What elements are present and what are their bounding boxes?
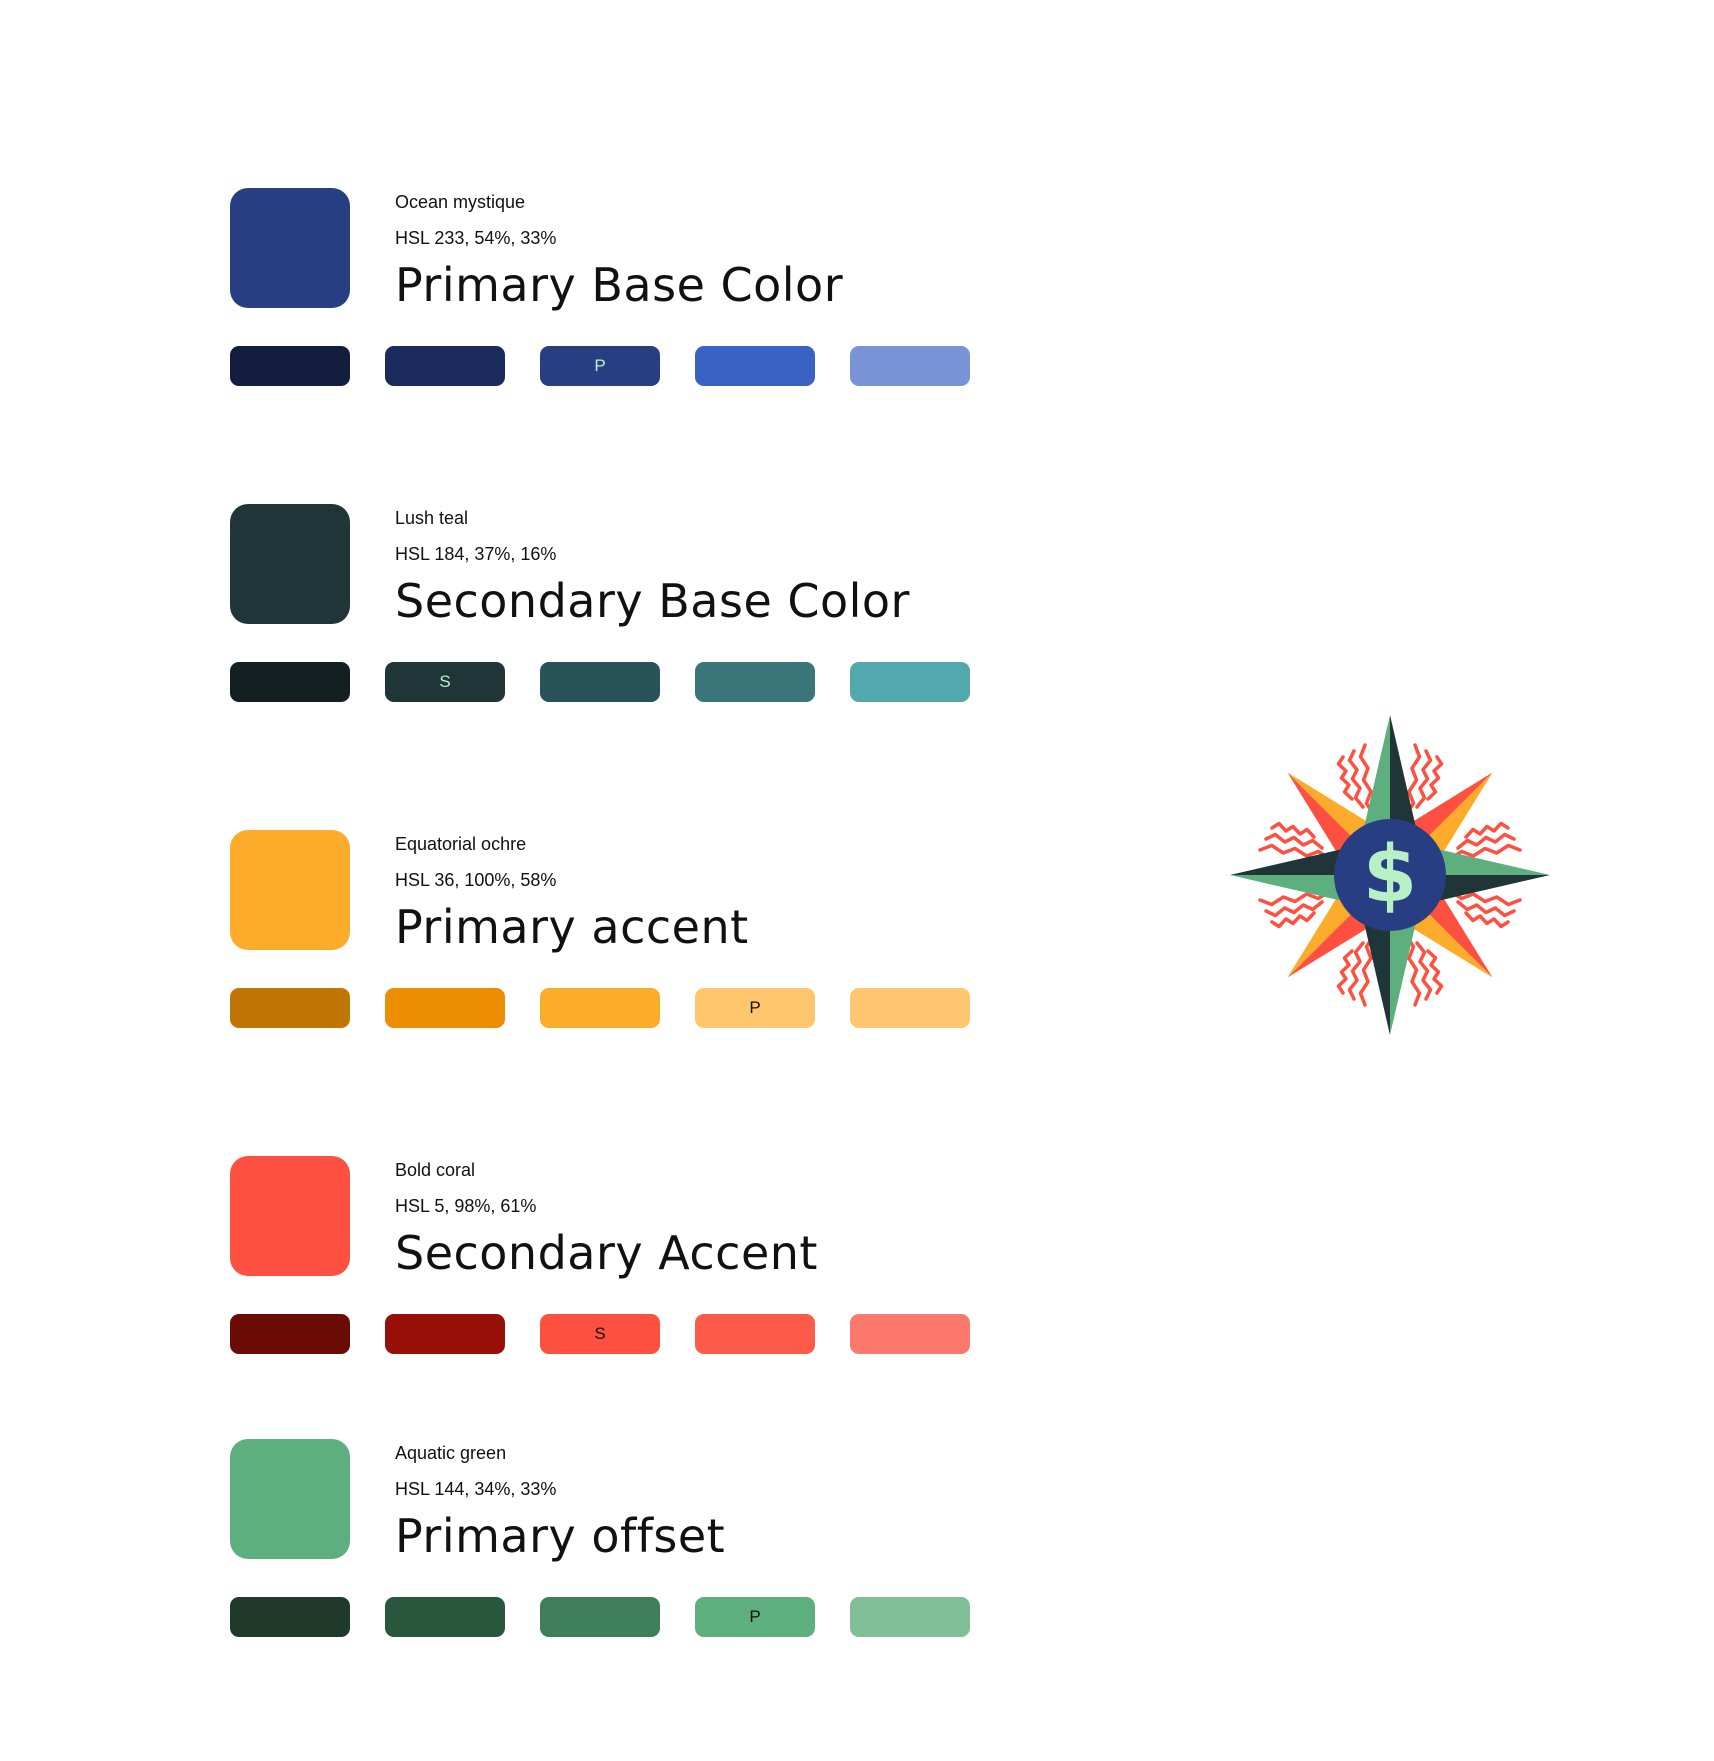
shade-swatch bbox=[385, 1314, 505, 1354]
shade-swatch bbox=[695, 1314, 815, 1354]
shade-swatch: P bbox=[695, 988, 815, 1028]
color-name: Ocean mystique bbox=[395, 192, 526, 212]
shade-swatch bbox=[385, 346, 505, 386]
color-hsl-value: HSL 36, 100%, 58% bbox=[395, 870, 557, 890]
shade-swatch: P bbox=[695, 1597, 815, 1637]
dollar-sign-icon: $ bbox=[1363, 830, 1417, 920]
compass-rose-dollar-icon: $ bbox=[1225, 710, 1555, 1040]
compass-rose-graphic: $ bbox=[1230, 715, 1550, 1035]
shade-swatch: S bbox=[540, 1314, 660, 1354]
shade-swatch bbox=[230, 346, 350, 386]
main-swatch bbox=[230, 830, 350, 950]
shade-row: P bbox=[230, 346, 980, 386]
color-name: Lush teal bbox=[395, 508, 469, 528]
shade-swatch bbox=[230, 988, 350, 1028]
palette-title: Primary Base Color bbox=[395, 258, 844, 312]
shade-swatch bbox=[540, 1597, 660, 1637]
color-hsl-value: HSL 5, 98%, 61% bbox=[395, 1196, 537, 1216]
shade-swatch bbox=[385, 988, 505, 1028]
shade-swatch bbox=[540, 988, 660, 1028]
main-swatch bbox=[230, 188, 350, 308]
palette-title: Secondary Base Color bbox=[395, 574, 910, 628]
main-swatch bbox=[230, 1156, 350, 1276]
main-swatch bbox=[230, 1439, 350, 1559]
shade-swatch: P bbox=[540, 346, 660, 386]
shade-row: S bbox=[230, 662, 980, 702]
main-swatch bbox=[230, 504, 350, 624]
shade-swatch bbox=[850, 1597, 970, 1637]
color-name: Bold coral bbox=[395, 1160, 476, 1180]
color-name: Equatorial ochre bbox=[395, 834, 527, 854]
shade-swatch bbox=[230, 662, 350, 702]
shade-row: P bbox=[230, 1597, 980, 1637]
shade-swatch bbox=[540, 662, 660, 702]
shade-swatch bbox=[695, 346, 815, 386]
palette-title: Secondary Accent bbox=[395, 1226, 818, 1280]
palette-title: Primary offset bbox=[395, 1509, 726, 1563]
shade-swatch bbox=[850, 988, 970, 1028]
shade-swatch bbox=[385, 1597, 505, 1637]
shade-swatch bbox=[850, 346, 970, 386]
color-hsl-value: HSL 184, 37%, 16% bbox=[395, 544, 557, 564]
palette-title: Primary accent bbox=[395, 900, 749, 954]
shade-row: S bbox=[230, 1314, 980, 1354]
color-name: Aquatic green bbox=[395, 1443, 507, 1463]
shade-swatch bbox=[230, 1597, 350, 1637]
shade-swatch: S bbox=[385, 662, 505, 702]
shade-swatch bbox=[695, 662, 815, 702]
shade-swatch bbox=[850, 1314, 970, 1354]
shade-swatch bbox=[230, 1314, 350, 1354]
color-hsl-value: HSL 144, 34%, 33% bbox=[395, 1479, 557, 1499]
shade-row: P bbox=[230, 988, 980, 1028]
shade-swatch bbox=[850, 662, 970, 702]
color-hsl-value: HSL 233, 54%, 33% bbox=[395, 228, 557, 248]
